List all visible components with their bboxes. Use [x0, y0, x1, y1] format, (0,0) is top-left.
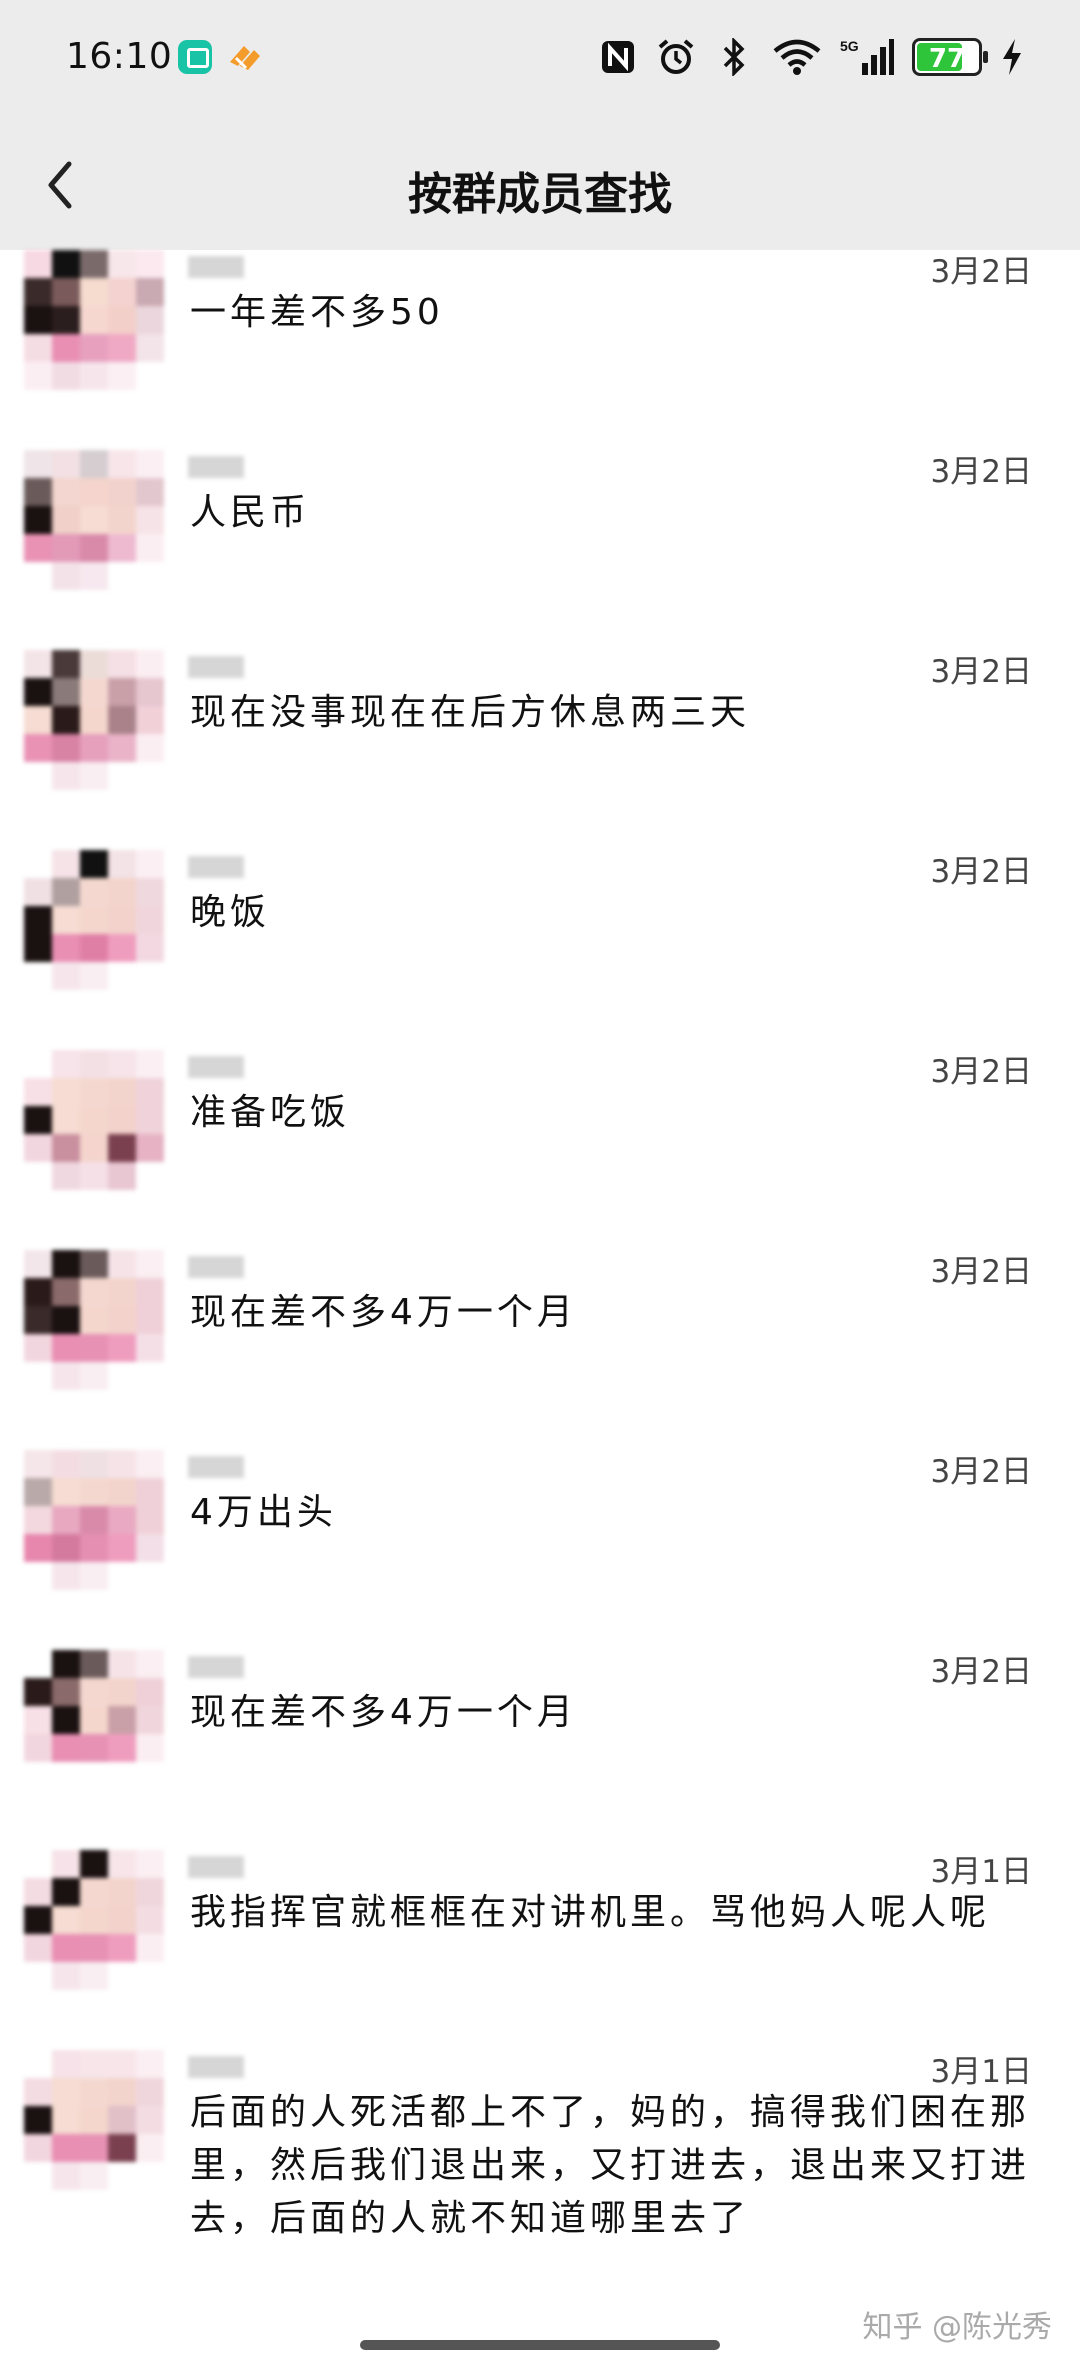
message-text: 准备吃饭 [190, 1092, 351, 1133]
message-date: 3月2日 [930, 654, 1032, 690]
sender-name-blurred [188, 1856, 244, 1878]
sender-name-blurred [188, 1056, 244, 1078]
sender-name-blurred [188, 656, 244, 678]
message-text: 晚饭 [190, 892, 271, 933]
wifi-icon [772, 37, 822, 77]
message-date: 3月2日 [930, 1454, 1032, 1490]
message-text: 现在差不多4万一个月 [190, 1292, 577, 1333]
svg-text:5G: 5G [840, 38, 859, 54]
message-date: 3月2日 [930, 854, 1032, 890]
avatar[interactable] [24, 1250, 164, 1390]
battery-icon: 77 [912, 38, 988, 76]
message-text: 后面的人死活都上不了，妈的，搞得我们困在那里，然后我们退出来，又打进去，退出来又… [190, 2092, 1031, 2239]
avatar[interactable] [24, 1650, 164, 1790]
avatar[interactable] [24, 2050, 164, 2190]
page-title: 按群成员查找 [408, 169, 672, 220]
message-text: 我指挥官就框框在对讲机里。骂他妈人呢人呢 [190, 1892, 991, 1933]
message-date: 3月1日 [930, 2054, 1032, 2090]
sender-name-blurred [188, 456, 244, 478]
avatar[interactable] [24, 1050, 164, 1190]
sender-name-blurred [188, 856, 244, 878]
message-text: 4万出头 [190, 1492, 337, 1533]
home-indicator[interactable] [360, 2340, 720, 2350]
avatar[interactable] [24, 650, 164, 790]
message-date: 3月2日 [930, 454, 1032, 490]
avatar[interactable] [24, 1850, 164, 1990]
screen: 16:10 5G 77 按群成员查找 3月2日 一年差不多50 3月2日 人民币… [0, 0, 1080, 2376]
avatar[interactable] [24, 850, 164, 990]
sender-name-blurred [188, 1456, 244, 1478]
bluetooth-icon [714, 37, 754, 77]
message-text: 现在差不多4万一个月 [190, 1692, 577, 1733]
message-date: 3月2日 [930, 254, 1032, 290]
app-notification-icon [224, 38, 264, 76]
sender-name-blurred [188, 256, 244, 278]
message-date: 3月2日 [930, 1254, 1032, 1290]
message-text: 一年差不多50 [190, 292, 444, 333]
message-text: 现在没事现在在后方休息两三天 [190, 692, 751, 733]
mi-home-app-icon [178, 40, 212, 74]
status-icons: 5G 77 [598, 32, 1024, 82]
status-time: 16:10 [66, 36, 173, 77]
avatar[interactable] [24, 1450, 164, 1590]
message-date: 3月2日 [930, 1654, 1032, 1690]
battery-level: 77 [928, 44, 966, 74]
message-text: 人民币 [190, 492, 311, 533]
watermark: 知乎 @陈光秀 [862, 2310, 1052, 2345]
avatar[interactable] [24, 250, 164, 390]
sender-name-blurred [188, 2056, 244, 2078]
avatar[interactable] [24, 450, 164, 590]
header: 按群成员查找 [0, 120, 1080, 250]
charging-icon [1000, 37, 1024, 77]
message-date: 3月2日 [930, 1054, 1032, 1090]
signal-5g-icon: 5G [840, 37, 894, 77]
sender-name-blurred [188, 1256, 244, 1278]
alarm-icon [656, 37, 696, 77]
status-bar: 16:10 5G 77 [0, 0, 1080, 120]
nfc-icon [598, 37, 638, 77]
sender-name-blurred [188, 1656, 244, 1678]
message-date: 3月1日 [930, 1854, 1032, 1890]
